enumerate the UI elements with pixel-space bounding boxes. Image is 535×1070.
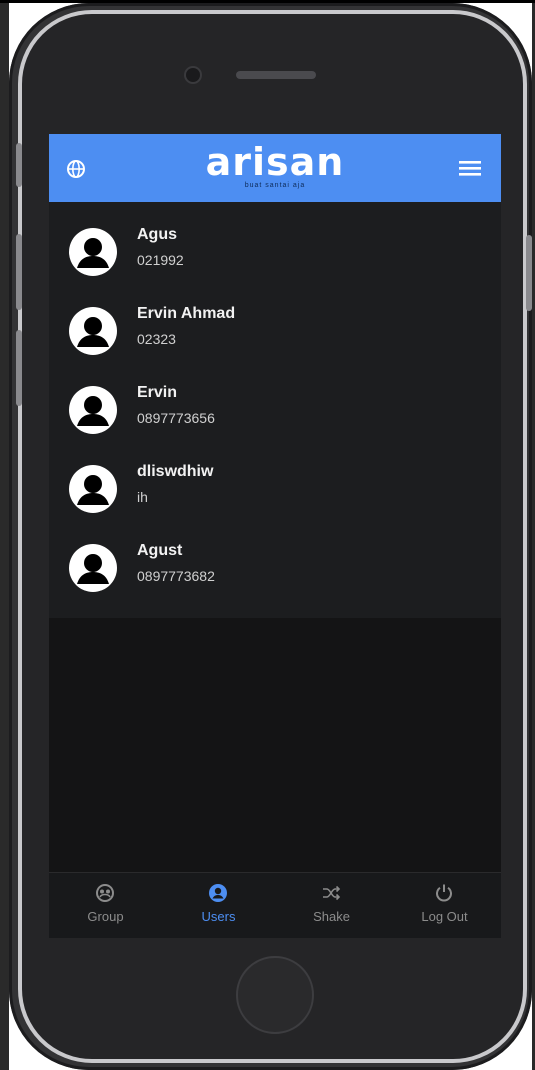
nav-label: Log Out xyxy=(421,909,468,924)
list-item[interactable]: Agust 0897773682 xyxy=(49,518,501,597)
power-button xyxy=(526,235,532,311)
nav-label: Shake xyxy=(313,909,350,924)
list-item[interactable]: dliswdhiw ih xyxy=(49,439,501,518)
nav-tab-logout[interactable]: Log Out xyxy=(388,873,501,938)
hamburger-icon xyxy=(459,161,481,176)
home-button[interactable] xyxy=(236,956,314,1034)
list-item[interactable]: Ervin 0897773656 xyxy=(49,360,501,439)
background-left xyxy=(0,0,9,1070)
avatar-icon xyxy=(69,386,117,434)
app-screen: arisan buat santai aja Agus 021992 Ervin… xyxy=(49,134,501,938)
user-phone: 0897773656 xyxy=(137,410,215,426)
front-camera xyxy=(186,68,200,82)
avatar-icon xyxy=(69,228,117,276)
nav-label: Users xyxy=(201,909,236,924)
volume-down-button xyxy=(16,330,22,406)
list-item[interactable]: Agus 021992 xyxy=(49,202,501,281)
app-logo: arisan xyxy=(205,140,345,184)
user-name: Agus xyxy=(137,226,177,243)
group-icon xyxy=(96,884,114,902)
nav-tab-users[interactable]: Users xyxy=(162,873,275,938)
user-phone: 0897773682 xyxy=(137,568,215,584)
volume-up-button xyxy=(16,234,22,310)
user-phone: 021992 xyxy=(137,252,184,268)
nav-label: Group xyxy=(87,909,124,924)
avatar-icon xyxy=(69,465,117,513)
user-phone: ih xyxy=(137,489,148,505)
user-icon xyxy=(209,884,227,902)
avatar-icon xyxy=(69,307,117,355)
user-list: Agus 021992 Ervin Ahmad 02323 Ervin 0897… xyxy=(49,202,501,618)
bottom-nav: Group Users Shake Log Out xyxy=(49,872,501,938)
user-name: Agust xyxy=(137,542,183,559)
user-name: Ervin Ahmad xyxy=(137,305,236,322)
power-icon xyxy=(436,884,452,902)
nav-tab-shake[interactable]: Shake xyxy=(275,873,388,938)
user-phone: 02323 xyxy=(137,331,176,347)
earpiece-speaker xyxy=(236,71,316,79)
app-tagline: buat santai aja xyxy=(244,182,306,189)
mute-switch xyxy=(16,143,22,187)
list-item[interactable]: Ervin Ahmad 02323 xyxy=(49,281,501,360)
user-name: dliswdhiw xyxy=(137,463,214,480)
menu-button[interactable] xyxy=(459,159,481,177)
user-name: Ervin xyxy=(137,384,178,401)
avatar-icon xyxy=(69,544,117,592)
nav-tab-group[interactable]: Group xyxy=(49,873,162,938)
app-header: arisan buat santai aja xyxy=(49,134,501,202)
shuffle-icon xyxy=(323,885,341,901)
